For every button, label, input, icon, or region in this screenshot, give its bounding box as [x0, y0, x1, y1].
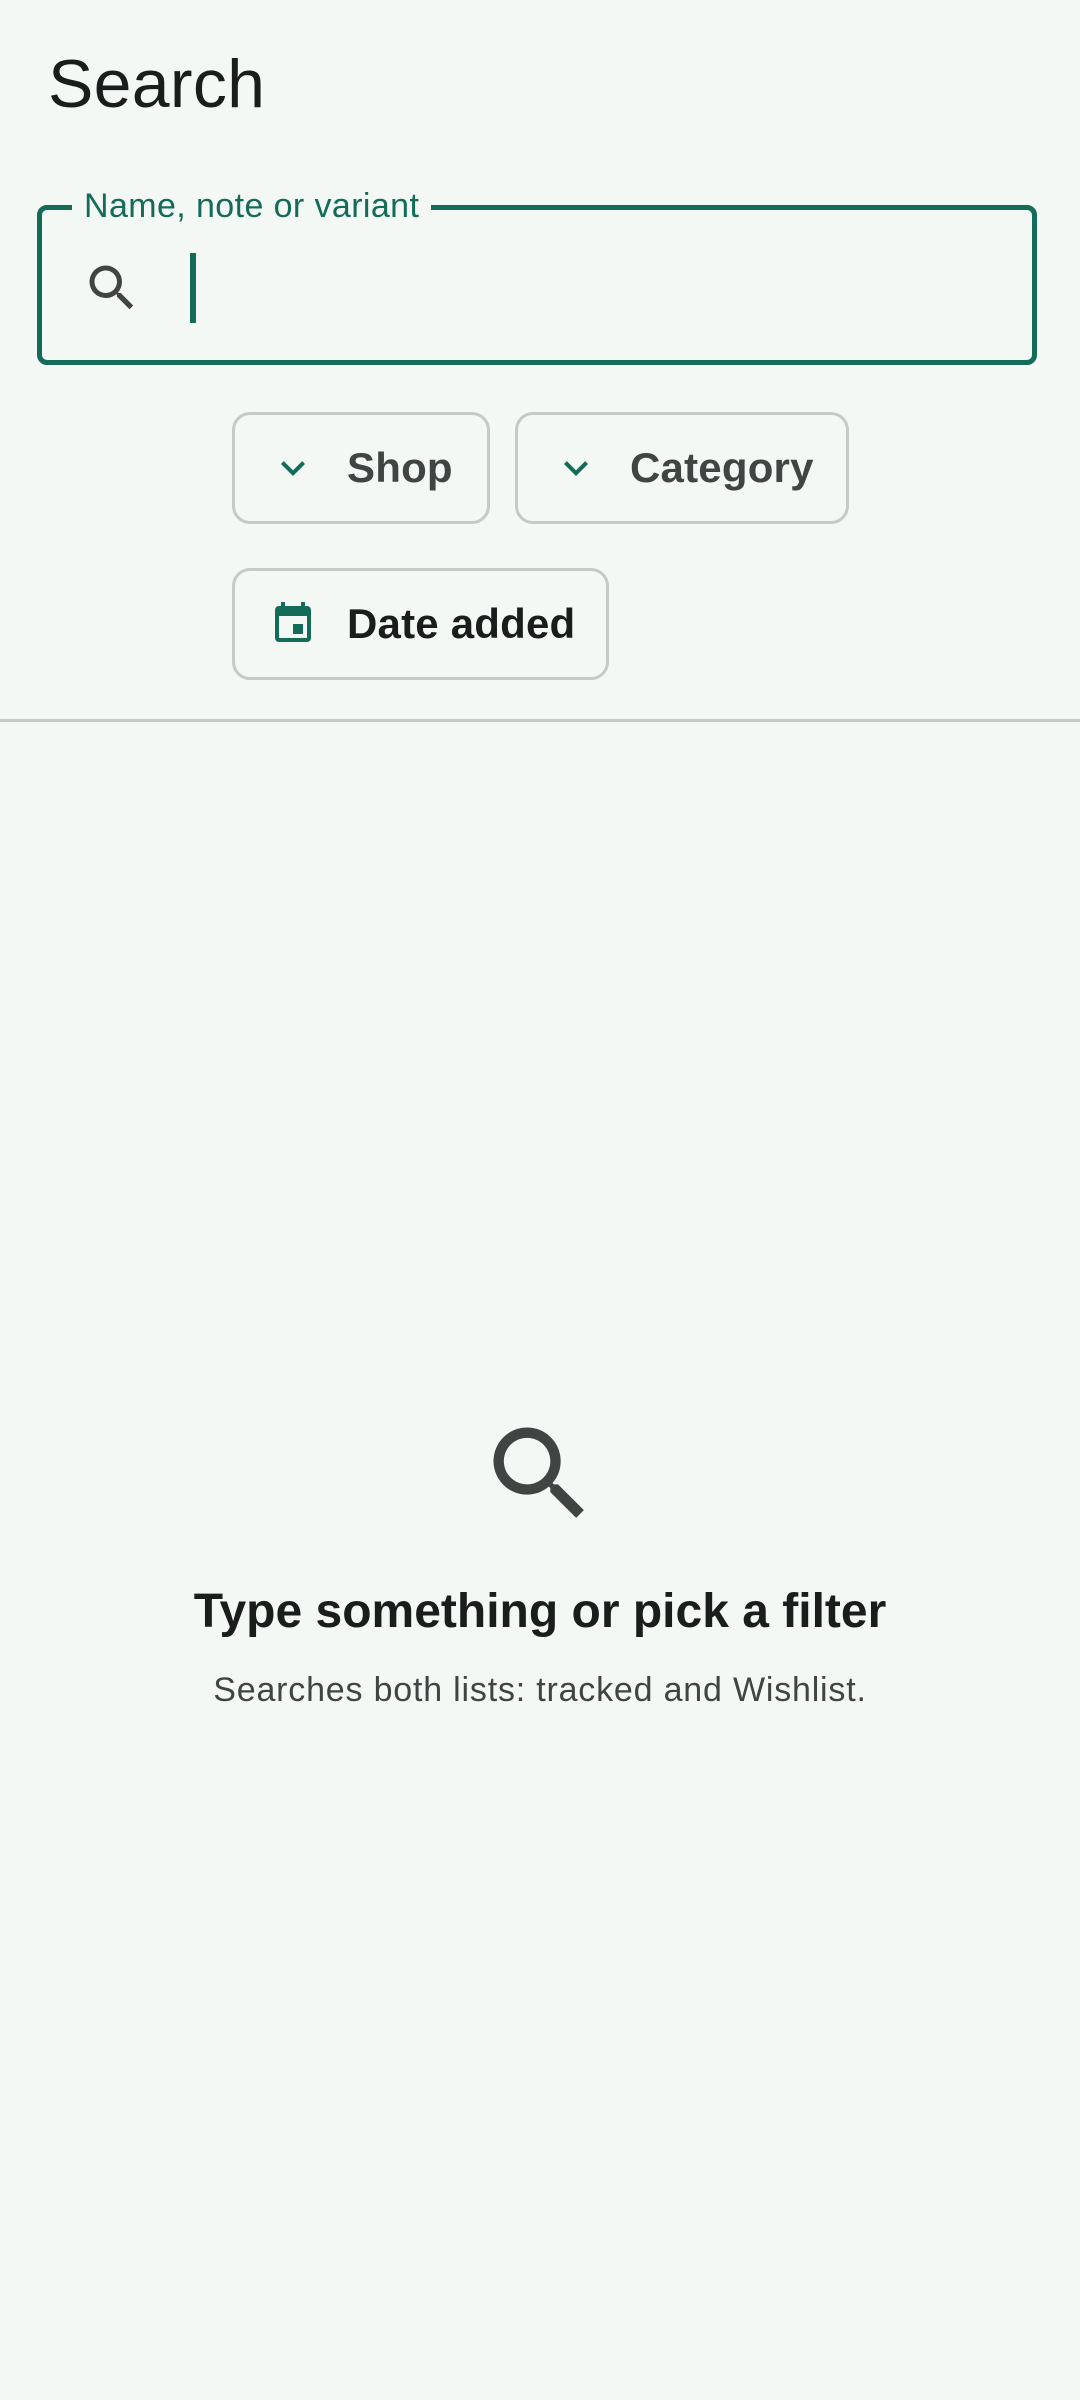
chevron-down-icon [281, 461, 305, 476]
category-filter-label: Category [630, 444, 814, 491]
date-added-filter-label: Date added [347, 600, 576, 647]
empty-state-title: Type something or pick a filter [193, 1585, 887, 1638]
search-field[interactable]: Name, note or variant [37, 186, 1037, 365]
page-title: Search [48, 46, 266, 122]
calendar-icon [275, 602, 311, 642]
text-cursor [190, 253, 196, 323]
empty-state-subtitle: Searches both lists: tracked and Wishlis… [213, 1671, 867, 1709]
shop-filter-label: Shop [347, 444, 453, 491]
search-field-label: Name, note or variant [72, 186, 432, 226]
category-filter-chip[interactable]: Category [515, 412, 849, 524]
search-input[interactable] [192, 240, 1002, 330]
search-icon [89, 265, 134, 310]
shop-filter-chip[interactable]: Shop [232, 412, 490, 524]
date-added-filter-chip[interactable]: Date added [232, 568, 609, 680]
divider [0, 719, 1080, 722]
chevron-down-icon [564, 461, 588, 476]
search-icon [493, 1427, 584, 1518]
